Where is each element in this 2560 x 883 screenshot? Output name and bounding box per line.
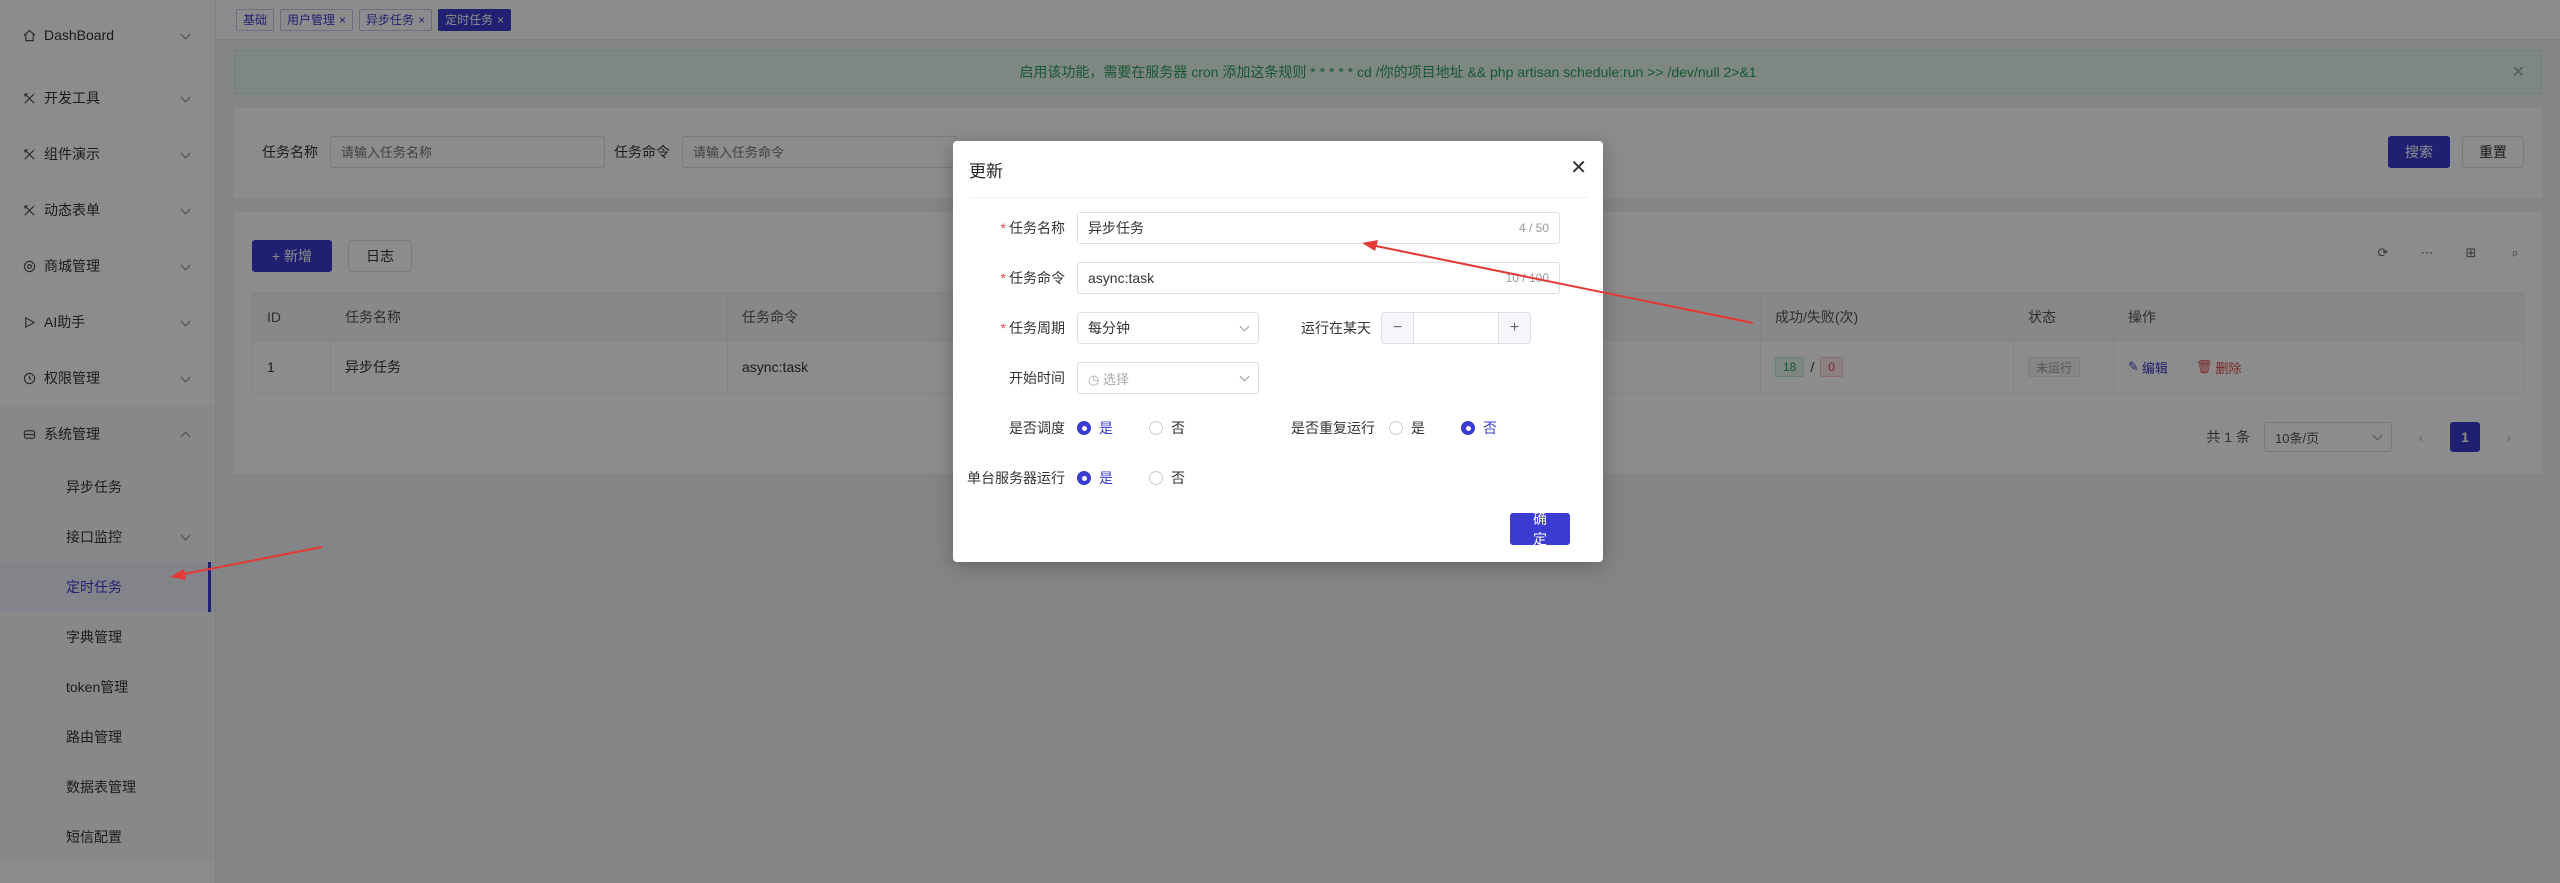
- schedule-no-radio[interactable]: 否: [1149, 418, 1185, 438]
- select-value: 每分钟: [1088, 320, 1130, 336]
- input-value: 异步任务: [1088, 220, 1144, 236]
- chevron-down-icon: [1239, 371, 1250, 381]
- form-label: * 任务命令: [1000, 270, 1065, 286]
- form-row-single-server: 单台服务器运行 是 否: [953, 462, 1221, 494]
- stepper-value[interactable]: [1414, 313, 1498, 343]
- day-stepper[interactable]: − +: [1381, 312, 1531, 344]
- confirm-button[interactable]: 确定: [1510, 511, 1570, 547]
- plus-button[interactable]: +: [1498, 313, 1530, 343]
- update-dialog: 更新 ✕ * 任务名称 异步任务 4 / 50 * 任务命令 async:task …: [953, 141, 1603, 562]
- repeat-no-radio[interactable]: 否: [1461, 418, 1497, 438]
- minus-button[interactable]: −: [1382, 313, 1414, 343]
- repeat-yes-radio[interactable]: 是: [1389, 418, 1425, 438]
- chevron-down-icon: [1239, 321, 1250, 331]
- close-icon[interactable]: ✕: [1570, 155, 1587, 180]
- form-label: 是否调度: [1009, 420, 1065, 436]
- form-row-period: * 任务周期 每分钟 运行在某天 − +: [953, 312, 1531, 344]
- input-value: async:task: [1088, 270, 1155, 286]
- form-label: 运行在某天: [1301, 320, 1371, 336]
- form-label: * 任务名称: [1000, 220, 1065, 236]
- char-count: 10 / 100: [1505, 271, 1549, 285]
- form-label: 是否重复运行: [1291, 420, 1375, 436]
- form-label: * 任务周期: [1000, 320, 1065, 336]
- task-name-input[interactable]: 异步任务 4 / 50: [1077, 212, 1560, 244]
- form-row-name: * 任务名称 异步任务 4 / 50: [953, 212, 1560, 244]
- form-label: 单台服务器运行: [967, 470, 1065, 486]
- period-select[interactable]: 每分钟: [1077, 312, 1259, 344]
- clock-icon: ◷: [1088, 371, 1103, 387]
- form-label: 开始时间: [1009, 370, 1065, 386]
- form-row-start-time: 开始时间 ◷ 选择: [953, 362, 1259, 394]
- select-placeholder: ◷ 选择: [1088, 371, 1129, 387]
- task-cmd-input[interactable]: async:task 10 / 100: [1077, 262, 1560, 294]
- single-yes-radio[interactable]: 是: [1077, 468, 1113, 488]
- start-time-select[interactable]: ◷ 选择: [1077, 362, 1259, 394]
- schedule-yes-radio[interactable]: 是: [1077, 418, 1113, 438]
- divider: [969, 197, 1587, 198]
- single-no-radio[interactable]: 否: [1149, 468, 1185, 488]
- dialog-title: 更新: [969, 162, 1003, 181]
- char-count: 4 / 50: [1518, 221, 1549, 235]
- form-row-cmd: * 任务命令 async:task 10 / 100: [953, 262, 1560, 294]
- form-row-schedule: 是否调度 是 否 是否重复运行 是 否: [953, 412, 1533, 444]
